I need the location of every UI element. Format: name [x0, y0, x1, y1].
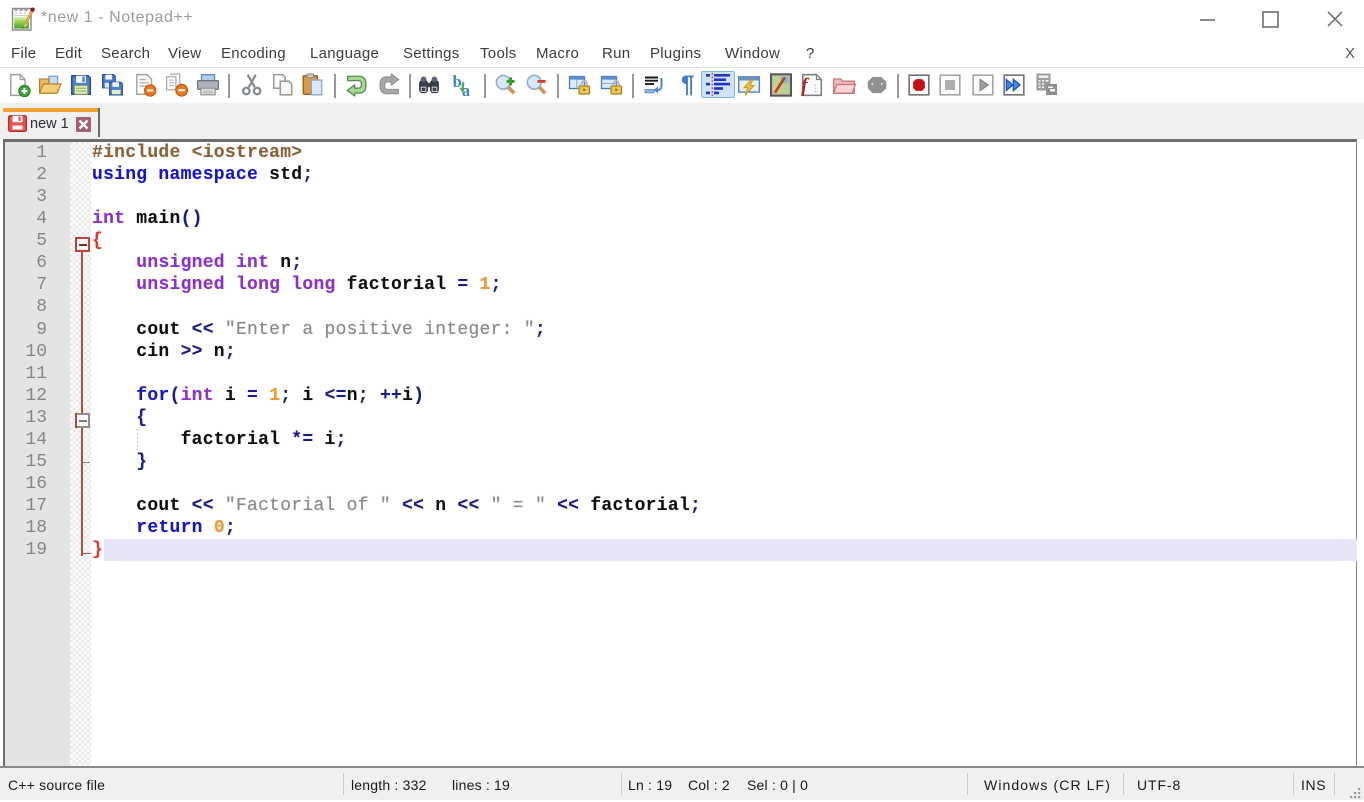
svg-text:a: a: [462, 81, 470, 97]
